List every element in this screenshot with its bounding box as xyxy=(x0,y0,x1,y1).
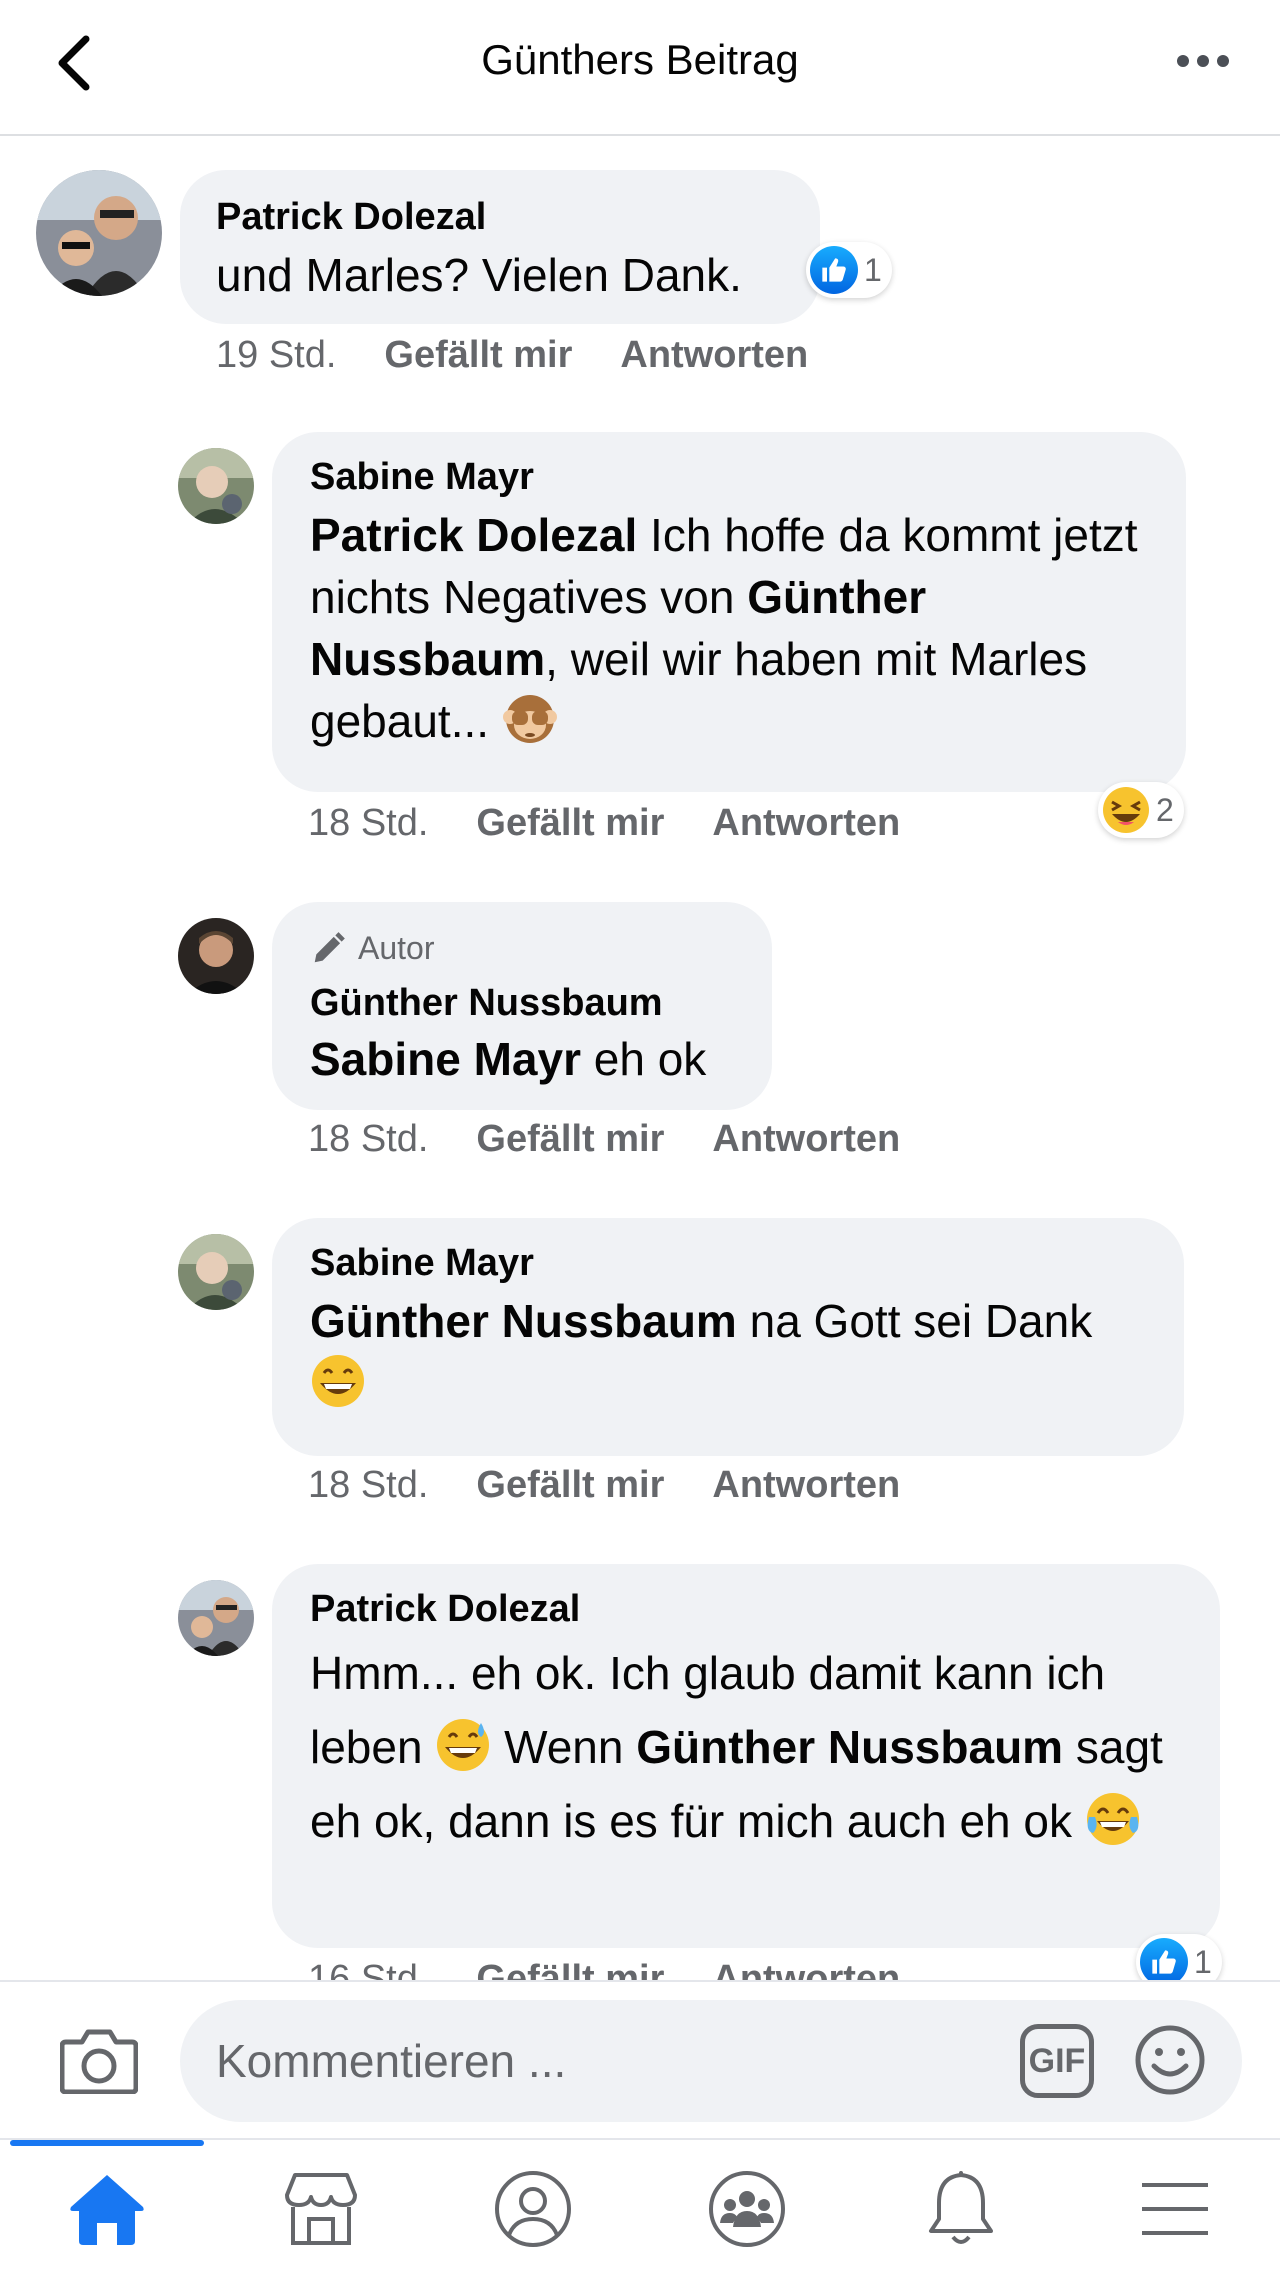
reply-button[interactable]: Antworten xyxy=(712,1464,900,1506)
camera-icon xyxy=(60,2029,138,2094)
mention[interactable]: Sabine Mayr xyxy=(310,1033,581,1085)
groups-icon xyxy=(709,2171,785,2247)
grinning-face-icon xyxy=(312,1355,364,1407)
comment-text: Patrick Dolezal Ich hoffe da kommt jetzt… xyxy=(310,504,1158,752)
grinning-sweat-face-icon xyxy=(437,1719,490,1771)
tab-menu[interactable] xyxy=(1130,2164,1220,2254)
tab-profile[interactable] xyxy=(488,2164,578,2254)
more-options-button[interactable] xyxy=(1168,36,1238,86)
mention[interactable]: Günther Nussbaum xyxy=(310,1295,737,1347)
tab-notifications[interactable] xyxy=(916,2164,1006,2254)
emoji-button[interactable] xyxy=(1134,2024,1206,2096)
mention[interactable]: Günther Nussbaum xyxy=(636,1721,1063,1773)
like-button[interactable]: Gefällt mir xyxy=(476,1464,664,1506)
marketplace-icon xyxy=(285,2173,357,2245)
comment-meta: 18 Std. Gefällt mir Antworten xyxy=(308,802,948,845)
comment-bubble[interactable]: Autor Günther Nussbaum Sabine Mayr eh ok xyxy=(272,902,772,1110)
tears-of-joy-face-icon xyxy=(1086,1793,1139,1845)
comment-author[interactable]: Sabine Mayr xyxy=(310,1240,1156,1286)
reply-button[interactable]: Antworten xyxy=(620,334,808,376)
tab-home[interactable] xyxy=(62,2164,152,2254)
avatar[interactable] xyxy=(178,1580,254,1656)
comment-author[interactable]: Patrick Dolezal xyxy=(310,1586,1192,1632)
reaction-count: 1 xyxy=(864,251,882,288)
profile-icon xyxy=(495,2171,571,2247)
avatar[interactable] xyxy=(178,448,254,524)
comment-author[interactable]: Günther Nussbaum xyxy=(310,980,744,1026)
comment-text: Sabine Mayr eh ok xyxy=(310,1028,744,1090)
comment-meta: 19 Std. Gefällt mir Antworten xyxy=(216,334,856,377)
reaction-summary[interactable]: 2 xyxy=(1098,782,1184,838)
see-no-evil-monkey-icon xyxy=(502,695,557,743)
notifications-icon xyxy=(929,2171,993,2244)
comment-bubble[interactable]: Patrick Dolezal und Marles? Vielen Dank. xyxy=(180,170,820,324)
top-bar: Günthers Beitrag xyxy=(0,0,1280,136)
comment-time: 18 Std. xyxy=(308,1464,429,1506)
text-segment: na Gott sei Dank xyxy=(736,1295,1093,1347)
reaction-count: 1 xyxy=(1194,1943,1212,1980)
haha-icon xyxy=(1102,786,1150,834)
like-button[interactable]: Gefällt mir xyxy=(476,1118,664,1160)
comment-text: Hmm... eh ok. Ich glaub damit kann ich l… xyxy=(310,1636,1192,1858)
reaction-count: 2 xyxy=(1156,791,1174,828)
author-badge: Autor xyxy=(310,926,744,970)
home-icon xyxy=(70,2175,144,2245)
dot xyxy=(1177,55,1189,67)
gif-button[interactable]: GIF xyxy=(1020,2024,1094,2098)
like-icon xyxy=(1140,1938,1188,1986)
reply-button[interactable]: Antworten xyxy=(712,1118,900,1160)
text-segment: Wenn xyxy=(491,1721,637,1773)
reaction-summary[interactable]: 1 xyxy=(806,242,892,298)
comment-time: 18 Std. xyxy=(308,1118,429,1160)
bottom-tab-bar xyxy=(0,2138,1280,2275)
page-title: Günthers Beitrag xyxy=(481,36,799,83)
tab-marketplace[interactable] xyxy=(276,2164,366,2254)
active-tab-indicator xyxy=(10,2140,204,2146)
comment-time: 18 Std. xyxy=(308,802,429,844)
comment-bubble[interactable]: Sabine Mayr Patrick Dolezal Ich hoffe da… xyxy=(272,432,1186,792)
comment-bubble[interactable]: Patrick Dolezal Hmm... eh ok. Ich glaub … xyxy=(272,1564,1220,1948)
text-segment: eh ok xyxy=(581,1033,707,1085)
tab-groups[interactable] xyxy=(702,2164,792,2254)
comment-meta: 18 Std. Gefällt mir Antworten xyxy=(308,1118,948,1161)
smiley-icon xyxy=(1135,2025,1205,2095)
pencil-icon xyxy=(314,932,345,963)
like-button[interactable]: Gefällt mir xyxy=(476,802,664,844)
comment-text: Günther Nussbaum na Gott sei Dank xyxy=(310,1290,1156,1414)
menu-icon xyxy=(1142,2183,1208,2235)
dot xyxy=(1217,55,1229,67)
reply-button[interactable]: Antworten xyxy=(712,802,900,844)
like-icon xyxy=(810,246,858,294)
comment-bubble[interactable]: Sabine Mayr Günther Nussbaum na Gott sei… xyxy=(272,1218,1184,1456)
avatar[interactable] xyxy=(36,170,162,296)
avatar[interactable] xyxy=(178,1234,254,1310)
mention[interactable]: Patrick Dolezal xyxy=(310,509,637,561)
like-button[interactable]: Gefällt mir xyxy=(384,334,572,376)
comment-author[interactable]: Patrick Dolezal xyxy=(216,194,820,240)
comment-author[interactable]: Sabine Mayr xyxy=(310,454,1158,500)
comment-time: 19 Std. xyxy=(216,334,337,376)
comment-text: und Marles? Vielen Dank. xyxy=(216,249,742,301)
avatar[interactable] xyxy=(178,918,254,994)
camera-button[interactable] xyxy=(60,2022,138,2100)
comment-meta: 18 Std. Gefällt mir Antworten xyxy=(308,1464,948,1507)
comment-composer: GIF xyxy=(0,1980,1280,2140)
dot xyxy=(1197,55,1209,67)
author-badge-label: Autor xyxy=(358,929,435,966)
